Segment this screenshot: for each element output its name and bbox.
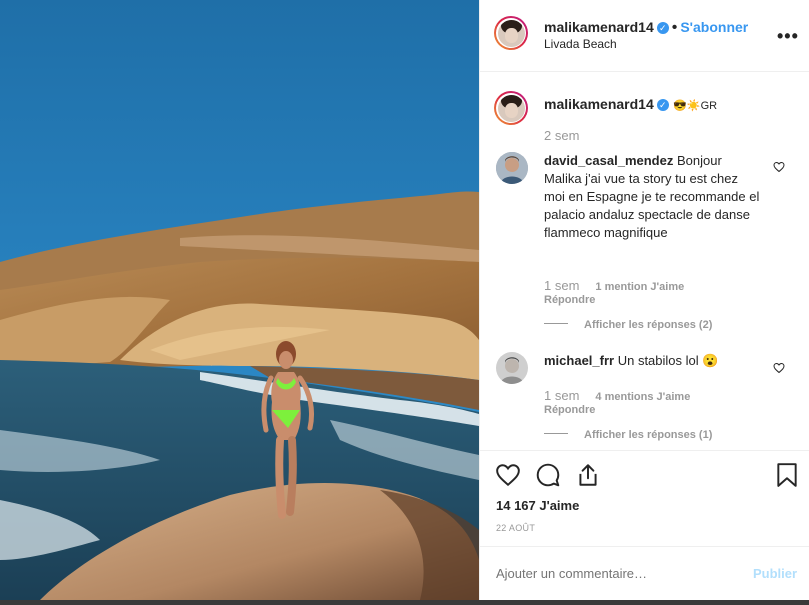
reply-button[interactable]: Répondre [544, 294, 595, 306]
comment-time[interactable]: 1 sem [544, 278, 579, 293]
comment-time[interactable]: 1 sem [544, 388, 579, 403]
reply-button[interactable]: Répondre [544, 404, 595, 416]
comment-icon[interactable] [535, 462, 561, 488]
comment-text: Un stabilos lol 😮 [617, 353, 719, 368]
post-side-panel: malikamenard14 ✓ • S'abonner Livada Beach •… [479, 0, 809, 600]
caption-author-avatar[interactable] [494, 91, 528, 125]
post-actions: 14 167 J'aime 22 AOÛT [480, 450, 809, 548]
follow-button[interactable]: S'abonner [680, 19, 748, 35]
replies-divider [544, 323, 568, 325]
comment-username[interactable]: michael_frr [544, 353, 614, 368]
comment-username[interactable]: david_casal_mendez [544, 153, 673, 168]
verified-badge-icon: ✓ [656, 98, 669, 111]
post-photo[interactable] [0, 0, 479, 600]
caption-username[interactable]: malikamenard14 [544, 96, 654, 112]
comment-body: david_casal_mendez Bonjour Malika j'ai v… [544, 152, 762, 242]
comment-likes[interactable]: 4 mentions J'aime [595, 391, 690, 403]
view-replies[interactable]: Afficher les réponses (2) [544, 315, 712, 333]
comment-like-heart-icon[interactable] [773, 362, 785, 374]
caption-time[interactable]: 2 sem [544, 128, 579, 143]
post-date[interactable]: 22 AOÛT [496, 523, 535, 533]
beach-photo-image [0, 0, 479, 600]
likes-count[interactable]: 14 167 J'aime [496, 498, 579, 513]
separator-dot: • [671, 19, 678, 36]
comment-avatar[interactable] [496, 152, 528, 184]
comment-meta: 1 sem 1 mention J'aime [544, 277, 684, 295]
author-line: malikamenard14 ✓ • S'abonner [544, 19, 748, 37]
author-username[interactable]: malikamenard14 [544, 19, 654, 35]
comment-input[interactable] [496, 566, 716, 581]
publish-button[interactable]: Publier [753, 566, 797, 581]
post-location[interactable]: Livada Beach [544, 37, 617, 51]
comment-avatar[interactable] [496, 352, 528, 384]
caption-text: 😎☀️GR [673, 100, 718, 112]
comment-body: michael_frr Un stabilos lol 😮 [544, 352, 762, 370]
view-replies[interactable]: Afficher les réponses (1) [544, 425, 712, 443]
comment-meta: 1 sem 4 mentions J'aime [544, 387, 690, 405]
comment-likes[interactable]: 1 mention J'aime [595, 281, 684, 293]
view-replies-label[interactable]: Afficher les réponses (1) [584, 429, 712, 441]
more-options-icon[interactable]: ••• [777, 26, 799, 47]
comment-like-heart-icon[interactable] [773, 161, 785, 173]
heart-icon[interactable] [495, 462, 521, 488]
bookmark-icon[interactable] [776, 462, 798, 488]
share-icon[interactable] [575, 462, 601, 488]
caption: malikamenard14 ✓ 😎☀️GR [544, 96, 717, 115]
instagram-post-viewer: malikamenard14 ✓ • S'abonner Livada Beach •… [0, 0, 809, 605]
post-header: malikamenard14 ✓ • S'abonner Livada Beach •… [480, 0, 809, 72]
verified-badge-icon: ✓ [656, 21, 669, 34]
view-replies-label[interactable]: Afficher les réponses (2) [584, 319, 712, 331]
add-comment-bar: Publier [480, 546, 809, 601]
replies-divider [544, 433, 568, 435]
author-avatar[interactable] [494, 16, 528, 50]
